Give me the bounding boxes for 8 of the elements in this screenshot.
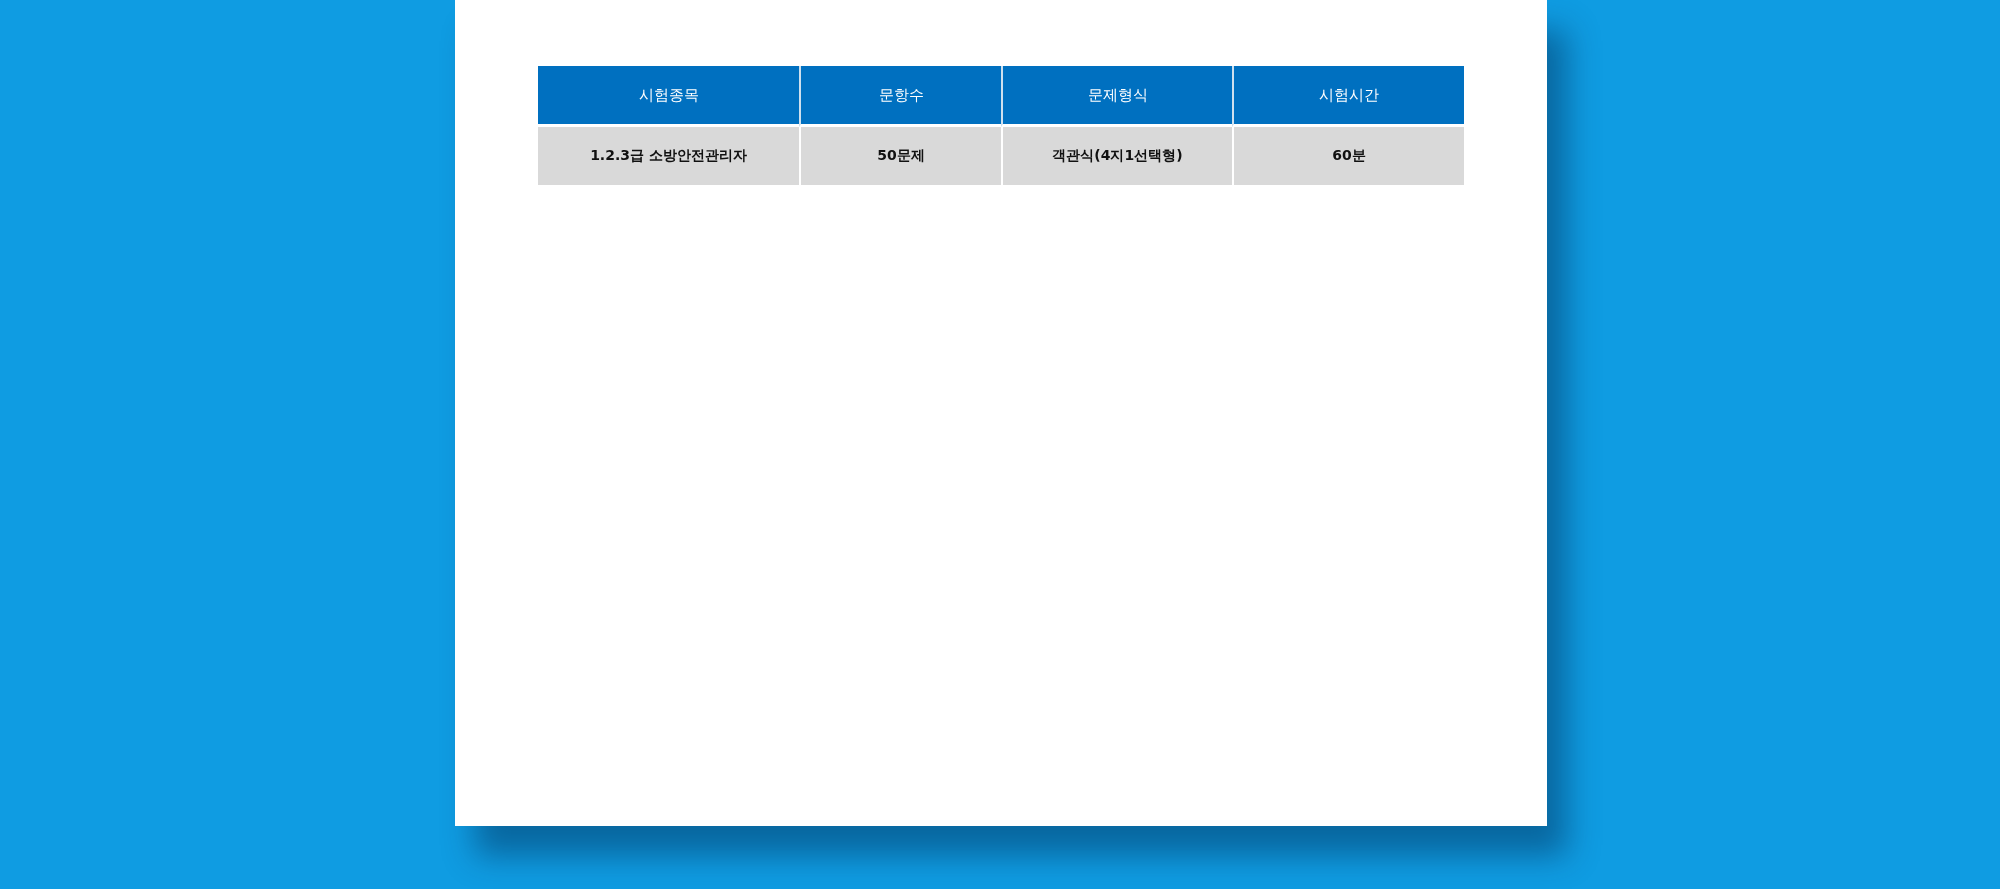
column-header: 문항수	[799, 66, 1001, 127]
column-header: 시험시간	[1232, 66, 1464, 127]
table-cell: 50문제	[799, 127, 1001, 185]
column-header: 시험종목	[538, 66, 799, 127]
table-cell: 60분	[1232, 127, 1464, 185]
table-cell: 1.2.3급 소방안전관리자	[538, 127, 799, 185]
table-cell: 객관식(4지1선택형)	[1001, 127, 1232, 185]
column-header: 문제형식	[1001, 66, 1232, 127]
